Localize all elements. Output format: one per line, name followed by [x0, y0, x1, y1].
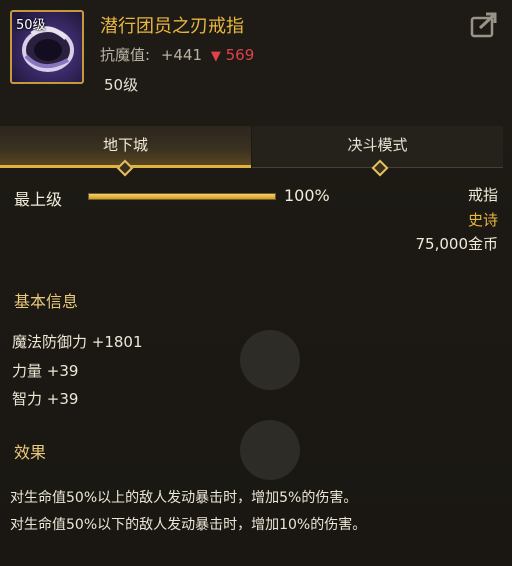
arrow-down-icon: ▼ — [210, 49, 221, 64]
stat-intelligence: 智力 +39 — [12, 390, 79, 408]
tab-dungeon-label: 地下城 — [102, 136, 148, 154]
resist-minus-value: 569 — [225, 46, 255, 64]
share-icon[interactable] — [470, 12, 498, 38]
item-tooltip-panel: 50级 潜行团员之刃戒指 抗魔值: +441 ▼ 569 50级 地下城 决斗模… — [0, 0, 512, 566]
basic-info-title: 基本信息 — [14, 292, 79, 311]
item-name: 潜行团员之刃戒指 — [100, 16, 244, 37]
background-ghost-circle — [240, 330, 300, 390]
icon-level-label: 50级 — [16, 18, 46, 33]
effect-title: 效果 — [14, 443, 47, 462]
tab-duel-label: 决斗模式 — [347, 136, 408, 154]
grade-percent: 100% — [284, 186, 330, 205]
stat-magic-defense: 魔法防御力 +1801 — [12, 333, 143, 351]
grade-label: 最上级 — [14, 190, 63, 209]
item-level: 50级 — [104, 76, 139, 94]
item-icon: 50级 — [10, 10, 84, 84]
item-rarity: 史诗 — [467, 211, 498, 229]
grade-progress-bar — [88, 193, 276, 200]
mode-tabs: 地下城 决斗模式 — [0, 126, 512, 168]
background-ghost-circle-2 — [240, 420, 300, 480]
item-type: 戒指 — [467, 186, 498, 204]
effect-line-1: 对生命值50%以上的敌人发动暴击时，增加5%的伤害。 — [10, 490, 358, 506]
effect-line-2: 对生命值50%以下的敌人发动暴击时，增加10%的伤害。 — [10, 517, 367, 533]
resist-label: 抗魔值: — [100, 46, 151, 64]
resist-stat-row: 抗魔值: +441 ▼ 569 — [100, 44, 254, 65]
stat-strength: 力量 +39 — [12, 362, 79, 380]
item-price: 75,000金币 — [415, 235, 499, 253]
item-header: 50级 潜行团员之刃戒指 抗魔值: +441 ▼ 569 50级 — [0, 0, 512, 112]
resist-plus-value: +441 — [160, 46, 203, 64]
grade-progress-fill — [89, 194, 275, 199]
